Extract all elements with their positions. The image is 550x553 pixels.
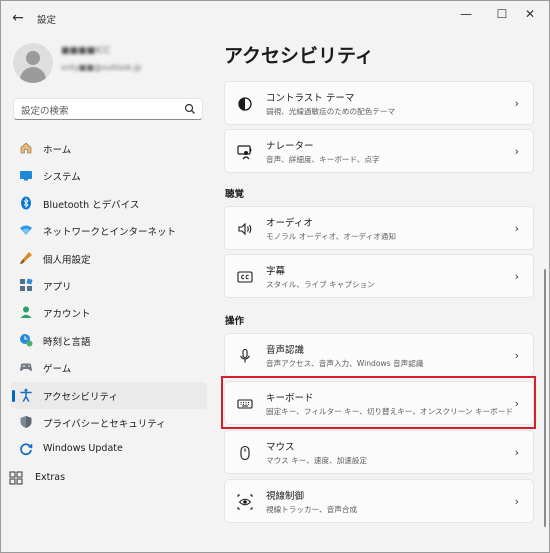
avatar bbox=[13, 43, 53, 83]
sidebar-item-label: プライバシーとセキュリティ bbox=[43, 418, 166, 430]
home-icon bbox=[20, 142, 32, 154]
minimize-button[interactable]: — bbox=[447, 1, 485, 29]
section-heading-hearing: 聴覚 bbox=[225, 189, 245, 200]
card-description: モノラル オーディオ、オーディオ通知 bbox=[266, 232, 396, 241]
sidebar-item-home[interactable]: ホーム bbox=[11, 135, 207, 162]
card-title: マウス bbox=[266, 442, 295, 453]
sidebar-item-label: 個人用設定 bbox=[43, 254, 91, 266]
brush-icon bbox=[20, 251, 32, 264]
sidebar-item-accessibility[interactable]: アクセシビリティ bbox=[11, 381, 207, 409]
back-button[interactable]: ← bbox=[7, 8, 29, 28]
search-placeholder: 設定の検索 bbox=[21, 106, 69, 117]
card-title: 音声認識 bbox=[266, 345, 305, 356]
sidebar-item-bluetooth[interactable]: Bluetooth とデバイス bbox=[11, 190, 207, 217]
bluetooth-icon bbox=[21, 196, 31, 210]
card-mouse[interactable]: マウス マウス キー、速度、加速設定 › bbox=[224, 430, 534, 474]
chevron-right-icon: › bbox=[514, 270, 519, 283]
settings-window: ← 設定 — ☐ ✕ ■■■■ICC vnty■■@outlook.jp 設定の… bbox=[0, 0, 550, 553]
sidebar-item-label: ゲーム bbox=[43, 364, 72, 376]
shield-icon bbox=[20, 415, 32, 428]
card-description: 音声、詳細度、キーボード、点字 bbox=[266, 155, 380, 164]
sidebar-item-personalization[interactable]: 個人用設定 bbox=[11, 245, 207, 272]
sidebar-item-time-language[interactable]: 時刻と言語 bbox=[11, 327, 207, 354]
search-icon bbox=[184, 103, 195, 114]
card-title: 字幕 bbox=[266, 266, 286, 277]
card-title: オーディオ bbox=[266, 218, 313, 229]
sidebar-item-label: アカウント bbox=[43, 309, 91, 321]
eye-control-icon bbox=[237, 494, 253, 510]
sidebar-nav: ホーム システム Bluetooth とデバイス ネットワークとインターネット … bbox=[11, 135, 207, 464]
system-icon bbox=[20, 171, 32, 181]
microphone-icon bbox=[240, 348, 250, 363]
sidebar-item-gaming[interactable]: ゲーム bbox=[11, 354, 207, 381]
user-profile[interactable]: ■■■■ICC vnty■■@outlook.jp bbox=[13, 41, 203, 85]
wifi-icon bbox=[20, 225, 32, 236]
sidebar-item-label: システム bbox=[43, 172, 81, 184]
close-button[interactable]: ✕ bbox=[511, 1, 549, 29]
active-indicator bbox=[12, 389, 15, 402]
card-description: マウス キー、速度、加速設定 bbox=[266, 456, 368, 465]
section-heading-interaction: 操作 bbox=[225, 316, 245, 327]
title-bar: ← 設定 — ☐ ✕ bbox=[1, 1, 549, 35]
sidebar-item-privacy[interactable]: プライバシーとセキュリティ bbox=[11, 409, 207, 436]
chevron-right-icon: › bbox=[514, 349, 519, 362]
update-icon bbox=[20, 443, 33, 456]
contrast-icon bbox=[238, 97, 252, 111]
sidebar-item-label: アプリ bbox=[43, 281, 72, 293]
sidebar-item-label: ネットワークとインターネット bbox=[43, 227, 177, 239]
sidebar-item-label: アクセシビリティ bbox=[43, 391, 118, 403]
card-speech[interactable]: 音声認識 音声アクセス、音声入力、Windows 音声認識 › bbox=[224, 333, 534, 377]
card-narrator[interactable]: ナレーター 音声、詳細度、キーボード、点字 › bbox=[224, 129, 534, 173]
sidebar-item-label: ホーム bbox=[43, 145, 72, 156]
main-content[interactable]: コントラスト テーマ 弱視、光線過敏症のための配色テーマ › ナレーター 音声、… bbox=[211, 79, 541, 549]
chevron-right-icon: › bbox=[514, 446, 519, 459]
card-description: 音声アクセス、音声入力、Windows 音声認識 bbox=[266, 359, 424, 368]
sidebar-item-network[interactable]: ネットワークとインターネット bbox=[11, 217, 207, 244]
speaker-icon bbox=[238, 222, 252, 236]
card-audio[interactable]: オーディオ モノラル オーディオ、オーディオ通知 › bbox=[224, 206, 534, 250]
page-title: アクセシビリティ bbox=[224, 45, 374, 67]
apps-icon bbox=[20, 278, 33, 291]
sidebar-item-label: Windows Update bbox=[43, 443, 123, 455]
card-description: 視線トラッカー、音声合成 bbox=[266, 505, 358, 514]
mouse-icon bbox=[240, 445, 250, 461]
sidebar-item-label: 時刻と言語 bbox=[43, 336, 91, 348]
sidebar-item-apps[interactable]: アプリ bbox=[11, 272, 207, 299]
accessibility-icon bbox=[20, 388, 32, 402]
sidebar-item-label: Extras bbox=[35, 472, 66, 483]
sidebar-item-system[interactable]: システム bbox=[11, 162, 207, 189]
sidebar-item-windows-update[interactable]: Windows Update bbox=[11, 436, 207, 463]
card-eye-control[interactable]: 視線制御 視線トラッカー、音声合成 › bbox=[224, 479, 534, 523]
card-contrast-themes[interactable]: コントラスト テーマ 弱視、光線過敏症のための配色テーマ › bbox=[224, 81, 534, 125]
chevron-right-icon: › bbox=[514, 145, 519, 158]
card-description: スタイル、ライブ キャプション bbox=[266, 280, 375, 289]
account-icon bbox=[20, 306, 32, 319]
sidebar-item-label: Bluetooth とデバイス bbox=[43, 199, 140, 211]
profile-name: ■■■■ICC bbox=[61, 46, 111, 56]
sidebar-item-accounts[interactable]: アカウント bbox=[11, 299, 207, 326]
search-input[interactable]: 設定の検索 bbox=[13, 98, 203, 120]
chevron-right-icon: › bbox=[514, 495, 519, 508]
card-description: 弱視、光線過敏症のための配色テーマ bbox=[266, 107, 396, 116]
card-title: コントラスト テーマ bbox=[266, 93, 355, 104]
chevron-right-icon: › bbox=[514, 222, 519, 235]
chevron-right-icon: › bbox=[514, 97, 519, 110]
gamepad-icon bbox=[20, 363, 32, 372]
window-title: 設定 bbox=[37, 15, 57, 26]
captions-icon bbox=[237, 271, 253, 283]
extras-icon bbox=[9, 471, 23, 485]
card-title: 視線制御 bbox=[266, 491, 305, 502]
card-captions[interactable]: 字幕 スタイル、ライブ キャプション › bbox=[224, 254, 534, 298]
scrollbar[interactable] bbox=[544, 269, 546, 527]
sidebar-item-extras[interactable]: Extras bbox=[9, 471, 159, 491]
clock-language-icon bbox=[20, 333, 33, 347]
narrator-icon bbox=[237, 145, 252, 160]
card-title: ナレーター bbox=[266, 141, 314, 152]
keyboard-highlight-box bbox=[221, 376, 536, 429]
profile-email: vnty■■@outlook.jp bbox=[61, 63, 142, 72]
